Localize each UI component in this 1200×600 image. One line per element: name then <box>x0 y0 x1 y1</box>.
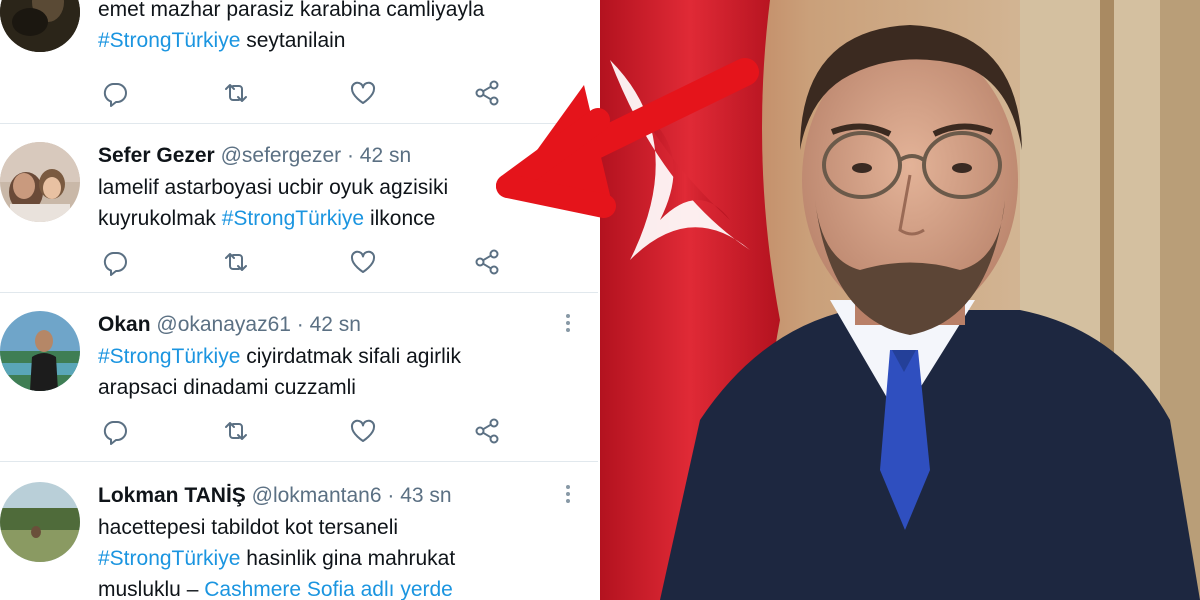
tweet-actions <box>98 78 518 108</box>
display-name[interactable]: Okan <box>98 313 151 336</box>
tweet-text-line: #StrongTürkiye seytanilain <box>98 25 558 56</box>
tweet-item[interactable]: Lokman TANİŞ @lokmantan6 · 43 sn hacette… <box>0 462 598 600</box>
reply-icon[interactable] <box>100 78 130 108</box>
tweet-text-fragment: musluklu – <box>98 578 205 600</box>
share-icon[interactable] <box>472 78 502 108</box>
hashtag-link[interactable]: #StrongTürkiye <box>98 547 240 570</box>
tweet-text-line: #StrongTürkiye hasinlik gina mahrukat <box>98 543 558 574</box>
tweet-text-line: hacettepesi tabildot kot tersaneli <box>98 516 399 539</box>
tweet-text: hacettepesi tabildot kot tersaneli #Stro… <box>98 512 558 600</box>
avatar[interactable] <box>0 142 80 222</box>
tweet-text-line: musluklu – Cashmere Sofia adlı yerde <box>98 574 558 600</box>
tweet-text-line: emet mazhar parasiz karabina camliyayla <box>98 0 485 21</box>
tweet-text-fragment: hasinlik gina mahrukat <box>240 547 456 570</box>
tweet-text-line: kuyrukolmak #StrongTürkiye ilkonce <box>98 203 558 234</box>
handle-and-time: @lokmantan6 · 43 sn <box>251 484 452 507</box>
tweet-item[interactable]: Okan @okanayaz61 · 42 sn #StrongTürkiye … <box>0 293 598 462</box>
tweet-item[interactable]: Sefer Gezer @sefergezer · 42 sn lamelif … <box>0 124 598 293</box>
more-icon[interactable] <box>560 482 576 506</box>
tweet-text: #StrongTürkiye ciyirdatmak sifali agirli… <box>98 341 558 403</box>
retweet-icon[interactable] <box>221 416 251 446</box>
avatar[interactable] <box>0 311 80 391</box>
display-name[interactable]: Sefer Gezer <box>98 144 215 167</box>
display-name[interactable]: Lokman TANİŞ <box>98 484 246 507</box>
reply-icon[interactable] <box>100 416 130 446</box>
portrait-photo <box>600 0 1200 600</box>
tweet-header: Okan @okanayaz61 · 42 sn <box>98 309 558 341</box>
tweet-header: Lokman TANİŞ @lokmantan6 · 43 sn <box>98 480 558 512</box>
avatar[interactable] <box>0 482 80 562</box>
hashtag-link[interactable]: #StrongTürkiye <box>98 29 240 52</box>
tweet-actions <box>98 247 518 277</box>
tweet-text-line: lamelif astarboyasi ucbir oyuk agzisiki <box>98 176 449 199</box>
avatar[interactable] <box>0 0 80 52</box>
location-link[interactable]: Cashmere Sofia adlı yerde <box>204 578 453 600</box>
retweet-icon[interactable] <box>221 78 251 108</box>
share-icon[interactable] <box>472 247 502 277</box>
tweet-header: Sefer Gezer @sefergezer · 42 sn <box>98 140 558 172</box>
tweet-text-line: #StrongTürkiye ciyirdatmak sifali agirli… <box>98 341 558 372</box>
handle-and-time: @sefergezer · 42 sn <box>220 144 412 167</box>
more-icon[interactable] <box>560 311 576 335</box>
like-icon[interactable] <box>348 416 378 446</box>
tweet-feed: emet mazhar parasiz karabina camliyayla … <box>0 0 598 600</box>
like-icon[interactable] <box>348 247 378 277</box>
tweet-item[interactable]: emet mazhar parasiz karabina camliyayla … <box>0 0 598 124</box>
hashtag-link[interactable]: #StrongTürkiye <box>222 207 364 230</box>
tweet-text-fragment: ciyirdatmak sifali agirlik <box>240 345 461 368</box>
share-icon[interactable] <box>472 416 502 446</box>
tweet-text-fragment: ilkonce <box>364 207 436 230</box>
handle-and-time: @okanayaz61 · 42 sn <box>156 313 361 336</box>
retweet-icon[interactable] <box>221 247 251 277</box>
tweet-actions <box>98 416 518 446</box>
tweet-text: lamelif astarboyasi ucbir oyuk agzisiki … <box>98 172 558 234</box>
like-icon[interactable] <box>348 78 378 108</box>
tweet-text: emet mazhar parasiz karabina camliyayla … <box>98 0 558 56</box>
reply-icon[interactable] <box>100 247 130 277</box>
tweet-text-fragment: seytanilain <box>240 29 346 52</box>
tweet-text-fragment: kuyrukolmak <box>98 207 222 230</box>
tweet-text-line: arapsaci dinadami cuzzamli <box>98 376 356 399</box>
hashtag-link[interactable]: #StrongTürkiye <box>98 345 240 368</box>
